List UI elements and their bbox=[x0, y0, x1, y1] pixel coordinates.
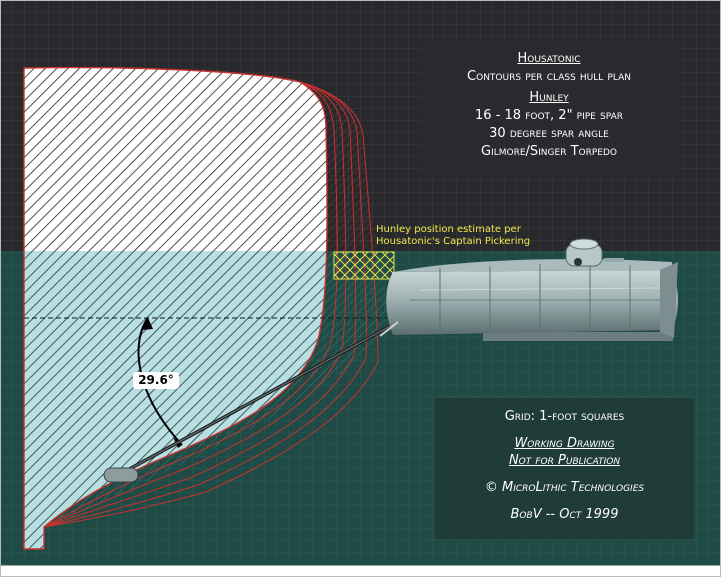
position-note-line1: Hunley position estimate per bbox=[376, 224, 521, 235]
angle-label: 29.6° bbox=[133, 372, 179, 389]
spar-length: 16 - 18 foot, 2" pipe spar bbox=[475, 108, 623, 123]
position-note: Hunley position estimate per Housatonic'… bbox=[376, 224, 546, 248]
position-note-line2: Housatonic's Captain Pickering bbox=[376, 236, 531, 247]
ship-desc: Contours per class hull plan bbox=[467, 69, 631, 84]
ship-name: Housatonic bbox=[517, 51, 581, 66]
grid-label: Grid: 1-foot squares bbox=[504, 409, 625, 424]
drawing-canvas: Housatonic Contours per class hull plan … bbox=[0, 0, 721, 577]
position-estimate-box bbox=[333, 251, 395, 280]
spar-angle: 30 degree spar angle bbox=[489, 126, 609, 141]
torpedo-label: Gilmore/Singer Torpedo bbox=[480, 144, 617, 159]
not-for-publication-label: Not for Publication bbox=[508, 453, 621, 468]
sub-name: Hunley bbox=[529, 90, 569, 105]
info-panel: Grid: 1-foot squares Working Drawing Not… bbox=[434, 397, 695, 540]
title-panel: Housatonic Contours per class hull plan … bbox=[420, 40, 678, 180]
torpedo bbox=[103, 467, 139, 483]
copyright-label: © MicroLithic Technologies bbox=[484, 480, 645, 495]
working-drawing-label: Working Drawing bbox=[514, 436, 615, 451]
author-label: BobV -- Oct 1999 bbox=[510, 507, 619, 522]
